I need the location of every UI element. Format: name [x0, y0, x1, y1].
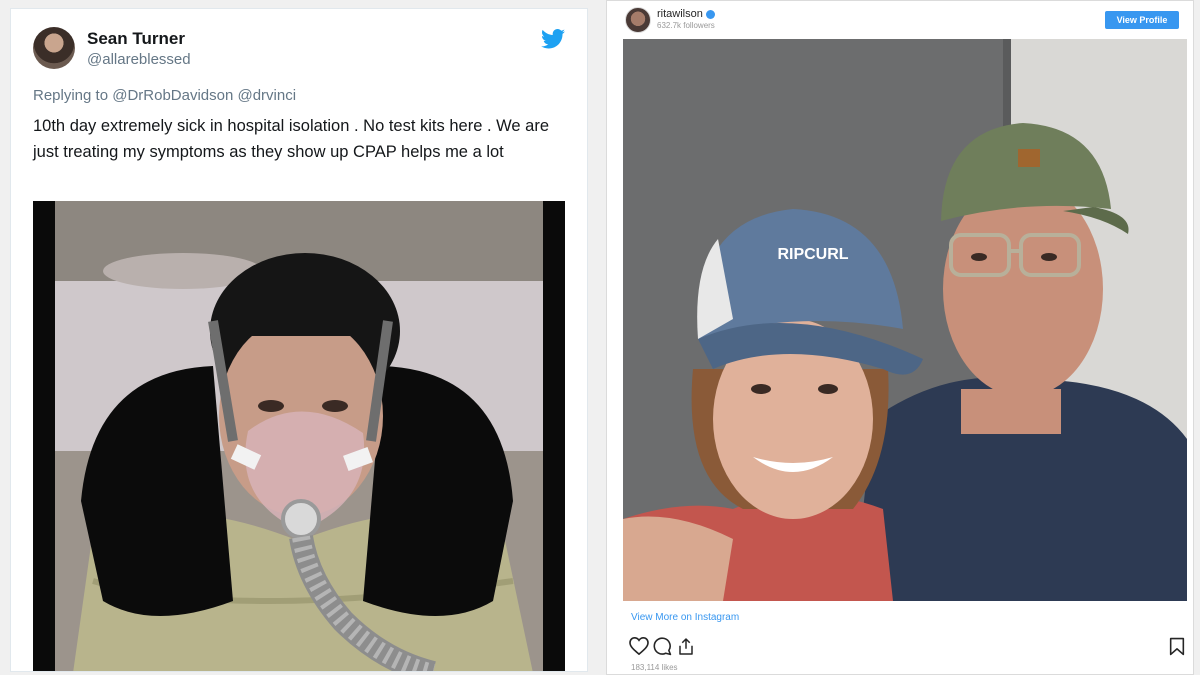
bookmark-icon[interactable]: [1169, 637, 1185, 656]
heart-icon[interactable]: [629, 637, 649, 655]
instagram-photo[interactable]: RIPCURL: [623, 39, 1187, 601]
verified-badge-icon: [705, 9, 715, 19]
view-profile-button[interactable]: View Profile: [1105, 11, 1179, 29]
instagram-card: ritawilson 632.7k followers View Profile: [606, 0, 1194, 675]
tweet-author-avatar[interactable]: [33, 27, 75, 69]
view-more-on-instagram-link[interactable]: View More on Instagram: [631, 612, 739, 623]
tweet-photo[interactable]: [33, 201, 565, 672]
instagram-username-text[interactable]: ritawilson: [657, 8, 703, 20]
instagram-avatar[interactable]: [625, 7, 651, 33]
twitter-bird-icon[interactable]: [541, 29, 565, 49]
tweet-author-handle[interactable]: @allareblessed: [87, 51, 191, 68]
share-icon[interactable]: [677, 637, 695, 656]
tweet-author-name[interactable]: Sean Turner: [87, 29, 185, 49]
cap-logo-text: RIPCURL: [777, 246, 848, 263]
tweet-replying-to[interactable]: Replying to @DrRobDavidson @drvinci: [33, 87, 296, 104]
instagram-username[interactable]: ritawilson: [657, 8, 715, 20]
instagram-followers: 632.7k followers: [657, 21, 715, 30]
tweet-card: Sean Turner @allareblessed Replying to @…: [10, 8, 588, 672]
likes-count: 183,114 likes: [631, 663, 678, 672]
comment-icon[interactable]: [653, 637, 672, 656]
tweet-text: 10th day extremely sick in hospital isol…: [33, 117, 550, 161]
